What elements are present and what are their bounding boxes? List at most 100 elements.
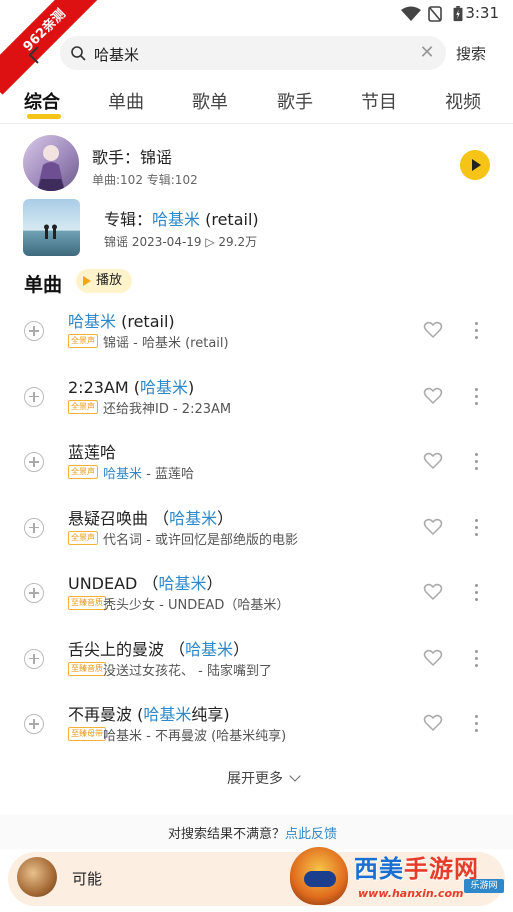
artist-play-button[interactable] (460, 150, 490, 180)
heart-icon[interactable] (423, 582, 443, 602)
album-cover[interactable] (23, 199, 80, 256)
tab-playlists[interactable]: 歌单 (192, 88, 228, 114)
song-row[interactable]: 哈基米 (retail) 全景声 锦谣 - 哈基米 (retail) (0, 312, 513, 381)
song-subtitle: 代名词 - 或许回忆是部绝版的电影 (103, 529, 298, 548)
play-icon (472, 159, 481, 171)
song-row[interactable]: 2:23AM (哈基米) 全景声 还给我神ID - 2:23AM (0, 378, 513, 447)
tab-artists[interactable]: 歌手 (277, 88, 313, 114)
artist-avatar[interactable] (23, 135, 79, 191)
quality-badge: 至臻音质 (68, 596, 106, 610)
song-row[interactable]: 蓝莲哈 全景声 哈基米 - 蓝莲哈 (0, 443, 513, 512)
artist-meta: 单曲:102 专辑:102 (92, 173, 198, 187)
add-to-playlist-icon[interactable] (24, 386, 44, 407)
quality-badge: 至臻母带 (68, 727, 106, 741)
quality-badge: 全景声 (68, 465, 98, 479)
quality-badge: 全景声 (68, 334, 98, 348)
song-row[interactable]: UNDEAD （哈基米） 至臻音质 秃头少女 - UNDEAD（哈基米） (0, 574, 513, 643)
play-all-button[interactable]: 播放 (76, 269, 132, 293)
song-title-text: UNDEAD （ (68, 574, 159, 593)
add-to-playlist-icon[interactable] (24, 321, 44, 341)
artist-title[interactable]: 歌手：锦谣 (92, 144, 172, 168)
more-options-icon[interactable] (471, 451, 481, 473)
song-subtitle-text: 代名词 - 或许回忆是部绝版的电影 (103, 532, 298, 548)
add-to-playlist-icon[interactable] (24, 452, 44, 472)
search-button[interactable]: 搜索 (456, 43, 486, 64)
heart-icon[interactable] (423, 320, 443, 340)
song-subtitle: 锦谣 - 哈基米 (retail) (103, 332, 229, 351)
search-input[interactable] (92, 41, 406, 67)
add-to-playlist-icon[interactable] (24, 648, 44, 669)
battery-icon (453, 6, 463, 22)
player-cover[interactable] (17, 857, 57, 897)
heart-icon[interactable] (423, 386, 443, 406)
heart-icon[interactable] (423, 648, 443, 668)
tab-all[interactable]: 综合 (24, 88, 60, 114)
chevron-down-icon (289, 770, 301, 782)
song-subtitle-text: 还给我神ID - 2:23AM (103, 401, 232, 417)
album-name-rest: (retail) (200, 210, 259, 229)
song-subtitle: 没送过女孩花、 - 陆家嘴到了 (103, 660, 272, 679)
song-title: 舌尖上的曼波 （哈基米） (68, 636, 249, 660)
song-title-highlight: 哈基米 (68, 312, 117, 331)
active-tab-indicator (27, 114, 61, 119)
tab-videos[interactable]: 视频 (445, 88, 481, 114)
add-to-playlist-icon[interactable] (24, 714, 44, 734)
album-meta: 锦谣 2023-04-19 ▷ 29.2万 (104, 235, 258, 249)
song-title: 蓝莲哈 (68, 439, 116, 463)
song-title-text: ） (217, 508, 234, 528)
song-title-text: ） (233, 639, 250, 659)
song-row[interactable]: 不再曼波 (哈基米纯享) 至臻母带 哈基米 - 不再曼波 (哈基米纯享) (0, 705, 513, 774)
play-icon (83, 276, 91, 286)
song-row[interactable]: 悬疑召唤曲 （哈基米） 全景声 代名词 - 或许回忆是部绝版的电影 (0, 509, 513, 578)
song-title-highlight: 哈基米 (158, 574, 207, 593)
song-title-highlight: 哈基米 (143, 705, 192, 724)
more-options-icon[interactable] (471, 648, 481, 670)
back-arrow-icon[interactable] (22, 42, 48, 68)
feedback-link[interactable]: 点此反馈 (285, 827, 337, 842)
song-title-text: 不再曼波 ( (68, 705, 144, 724)
tab-programs[interactable]: 节目 (361, 88, 397, 114)
heart-icon[interactable] (423, 451, 443, 471)
add-to-playlist-icon[interactable] (24, 517, 44, 538)
song-title-highlight: 哈基米 (140, 377, 189, 397)
song-subtitle-text: - 蓝莲哈 (142, 467, 194, 482)
song-title-text: 舌尖上的曼波 （ (68, 639, 186, 659)
song-title-text: 蓝莲哈 (68, 443, 117, 462)
song-title: 2:23AM (哈基米) (68, 374, 194, 398)
song-subtitle: 秃头少女 - UNDEAD（哈基米） (103, 594, 289, 613)
add-to-playlist-icon[interactable] (24, 583, 44, 603)
more-options-icon[interactable] (471, 517, 481, 539)
album-name-highlight: 哈基米 (152, 210, 201, 229)
album-label: 专辑： (104, 210, 153, 229)
more-options-icon[interactable] (471, 713, 481, 735)
song-subtitle-text: 没送过女孩花、 - 陆家嘴到了 (103, 663, 272, 679)
play-all-label: 播放 (96, 273, 123, 288)
logo-tag: 乐游网 (464, 879, 504, 893)
quality-badge: 至臻音质 (68, 661, 106, 676)
song-title-text: ） (206, 574, 223, 593)
heart-icon[interactable] (423, 713, 443, 733)
song-title: 哈基米 (retail) (68, 308, 175, 332)
heart-icon[interactable] (423, 517, 443, 537)
quality-badge: 全景声 (68, 399, 98, 414)
more-options-icon[interactable] (471, 320, 481, 342)
song-title-text: 2:23AM ( (68, 377, 141, 397)
songs-section-title: 单曲 (24, 274, 63, 296)
expand-more-label: 展开更多 (227, 771, 283, 787)
quality-badge: 全景声 (68, 530, 98, 545)
song-row[interactable]: 舌尖上的曼波 （哈基米） 至臻音质 没送过女孩花、 - 陆家嘴到了 (0, 640, 513, 709)
more-options-icon[interactable] (471, 582, 481, 604)
song-subtitle-text: 秃头少女 - UNDEAD（哈基米） (103, 598, 290, 613)
logo-brand-blue: 西美 (354, 855, 404, 883)
song-title-text: 悬疑召唤曲 （ (68, 508, 170, 528)
gamepad-shield-icon (290, 847, 348, 905)
divider (0, 123, 513, 124)
more-options-icon[interactable] (471, 386, 481, 408)
expand-more-button[interactable]: 展开更多 (227, 768, 301, 788)
album-title[interactable]: 专辑：哈基米 (retail) (104, 206, 259, 230)
tab-songs[interactable]: 单曲 (108, 88, 144, 114)
status-time: 3:31 (465, 4, 499, 22)
clear-search-icon[interactable]: ✕ (418, 44, 436, 62)
feedback-bar: 对搜索结果不满意？点此反馈 (0, 815, 513, 849)
song-subtitle: 还给我神ID - 2:23AM (103, 398, 231, 417)
